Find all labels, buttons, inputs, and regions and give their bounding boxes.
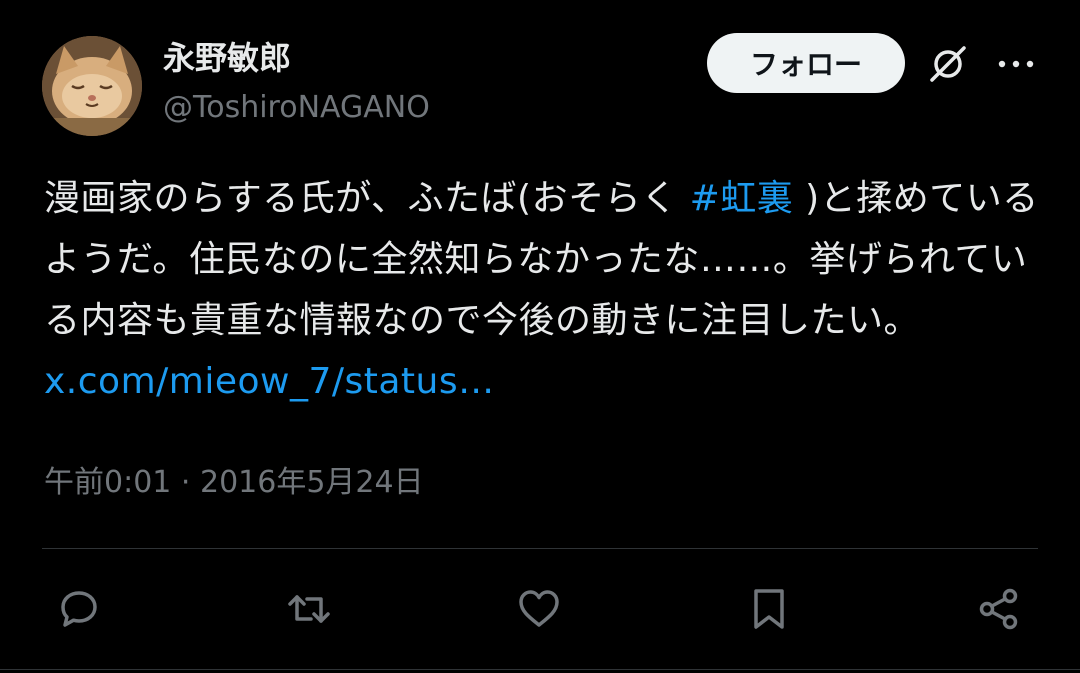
avatar[interactable] [42,36,142,136]
bookmark-button[interactable] [744,584,794,634]
url-link[interactable]: x.com/mieow_7/status… [44,361,495,402]
share-icon [979,588,1018,630]
bookmark-icon [754,589,784,629]
like-button[interactable] [514,584,564,634]
grok-icon[interactable] [926,42,970,86]
tweet-timestamp[interactable]: 午前0:01 · 2016年5月24日 [44,462,424,504]
retweet-icon [288,595,330,623]
bottom-divider [0,669,1080,670]
like-icon [519,590,559,627]
tweet-text: 漫画家のらする氏が、ふたば(おそらく #虹裏 )と揉めているようだ。住民なのに全… [44,168,1044,412]
follow-button[interactable]: フォロー [707,33,905,93]
reply-button[interactable] [54,584,104,634]
share-button[interactable] [974,584,1024,634]
more-icon[interactable] [996,50,1036,78]
retweet-button[interactable] [284,584,334,634]
tweet-text-part1: 漫画家のらする氏が、ふたば(おそらく [44,178,690,219]
hashtag-link[interactable]: #虹裏 [690,178,794,219]
display-name[interactable]: 永野敏郎 [163,38,291,78]
cat-avatar-image [42,36,142,136]
divider [42,548,1038,549]
reply-icon [61,591,97,627]
user-handle[interactable]: @ToshiroNAGANO [163,88,430,128]
